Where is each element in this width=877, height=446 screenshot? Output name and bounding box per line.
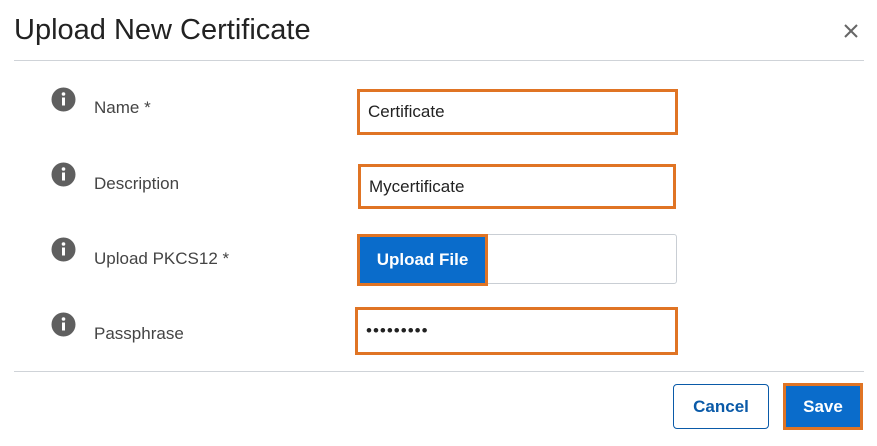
dialog-title: Upload New Certificate [14, 14, 311, 46]
description-label: Description [94, 174, 180, 193]
info-icon[interactable] [51, 162, 76, 187]
info-icon[interactable] [51, 312, 76, 337]
passphrase-input[interactable]: ••••••••• [355, 307, 678, 355]
upload-pkcs12-label: Upload PKCS12 * [94, 249, 230, 268]
close-icon[interactable] [840, 20, 862, 42]
upload-file-button[interactable]: Upload File [357, 234, 488, 286]
name-label: Name * [94, 98, 151, 117]
info-icon[interactable] [51, 237, 76, 262]
header-divider [14, 60, 864, 61]
save-button[interactable]: Save [783, 383, 863, 430]
cancel-button[interactable]: Cancel [673, 384, 769, 429]
name-input[interactable]: Certificate [357, 89, 678, 135]
footer-divider [14, 371, 864, 372]
description-input[interactable]: Mycertificate [358, 164, 676, 209]
upload-certificate-dialog: Upload New Certificate Name * Certificat… [0, 0, 877, 446]
passphrase-label: Passphrase [94, 324, 184, 343]
info-icon[interactable] [51, 87, 76, 112]
